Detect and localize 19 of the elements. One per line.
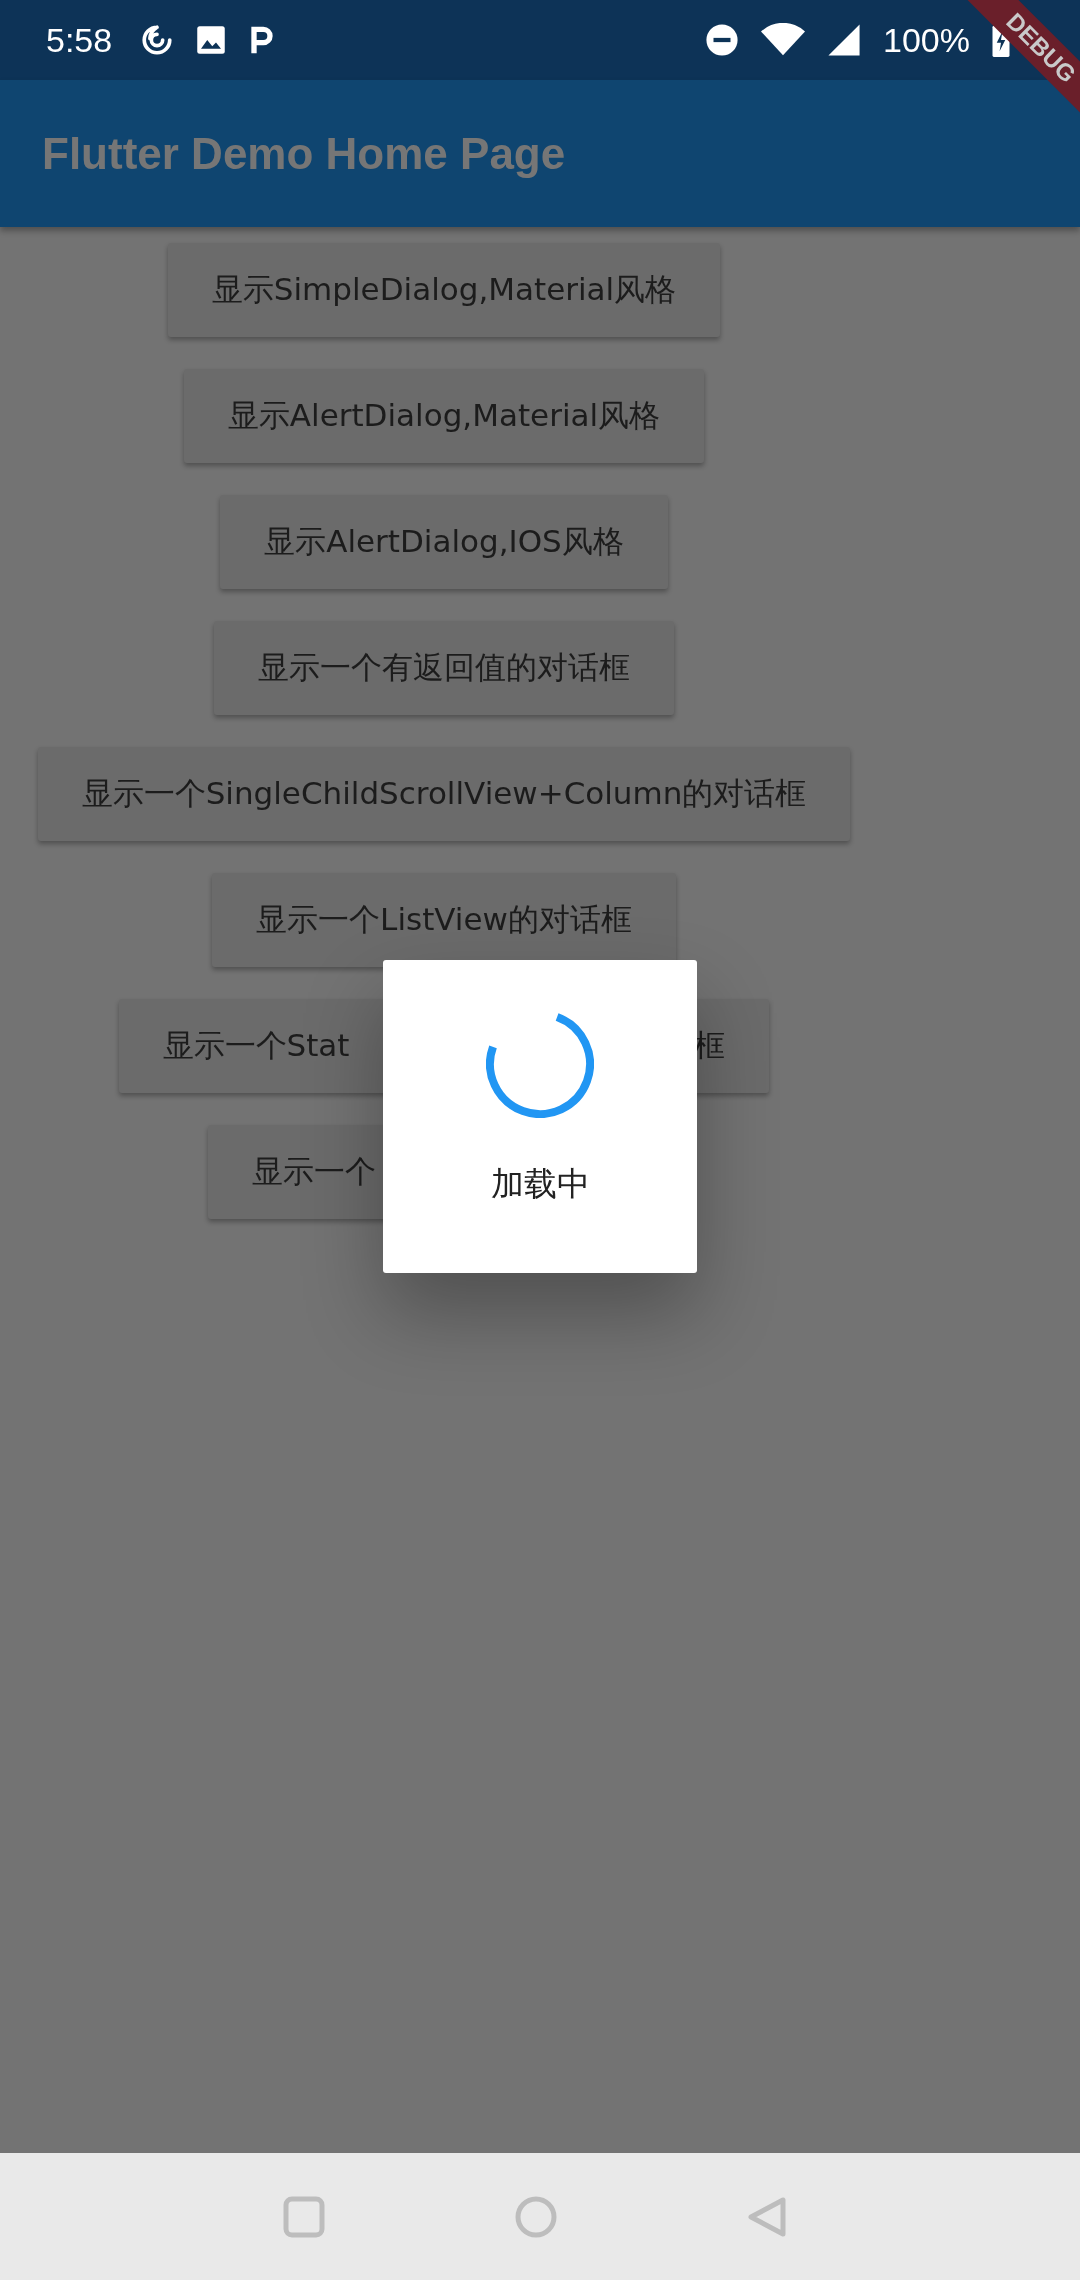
loading-text: 加载中 bbox=[490, 1163, 590, 1205]
dialog-button[interactable]: 显示SimpleDialog,Material风格 bbox=[167, 243, 721, 337]
dialog-button[interactable]: 显示AlertDialog,IOS风格 bbox=[220, 495, 668, 589]
recents-icon[interactable] bbox=[283, 2195, 325, 2238]
wifi-icon bbox=[761, 23, 806, 57]
loading-spinner-icon bbox=[486, 1010, 594, 1118]
home-icon[interactable] bbox=[515, 2195, 557, 2238]
app-bar-title: Flutter Demo Home Page bbox=[42, 128, 566, 179]
dialog-button[interactable]: 显示一个ListView的对话框 bbox=[212, 873, 676, 967]
clock-time: 5:58 bbox=[46, 20, 113, 60]
battery-percentage: 100% bbox=[883, 20, 970, 60]
dialog-button[interactable]: 显示一个SingleChildScrollView+Column的对话框 bbox=[37, 747, 851, 841]
back-icon[interactable] bbox=[747, 2195, 789, 2238]
image-icon bbox=[196, 25, 227, 55]
spiral-icon bbox=[140, 23, 175, 57]
signal-icon bbox=[827, 23, 862, 57]
dialog-button[interactable]: 显示AlertDialog,Material风格 bbox=[183, 369, 705, 463]
dialog-button[interactable]: 显示一个有返回值的对话框 bbox=[214, 621, 674, 715]
do-not-disturb-icon bbox=[705, 23, 740, 57]
